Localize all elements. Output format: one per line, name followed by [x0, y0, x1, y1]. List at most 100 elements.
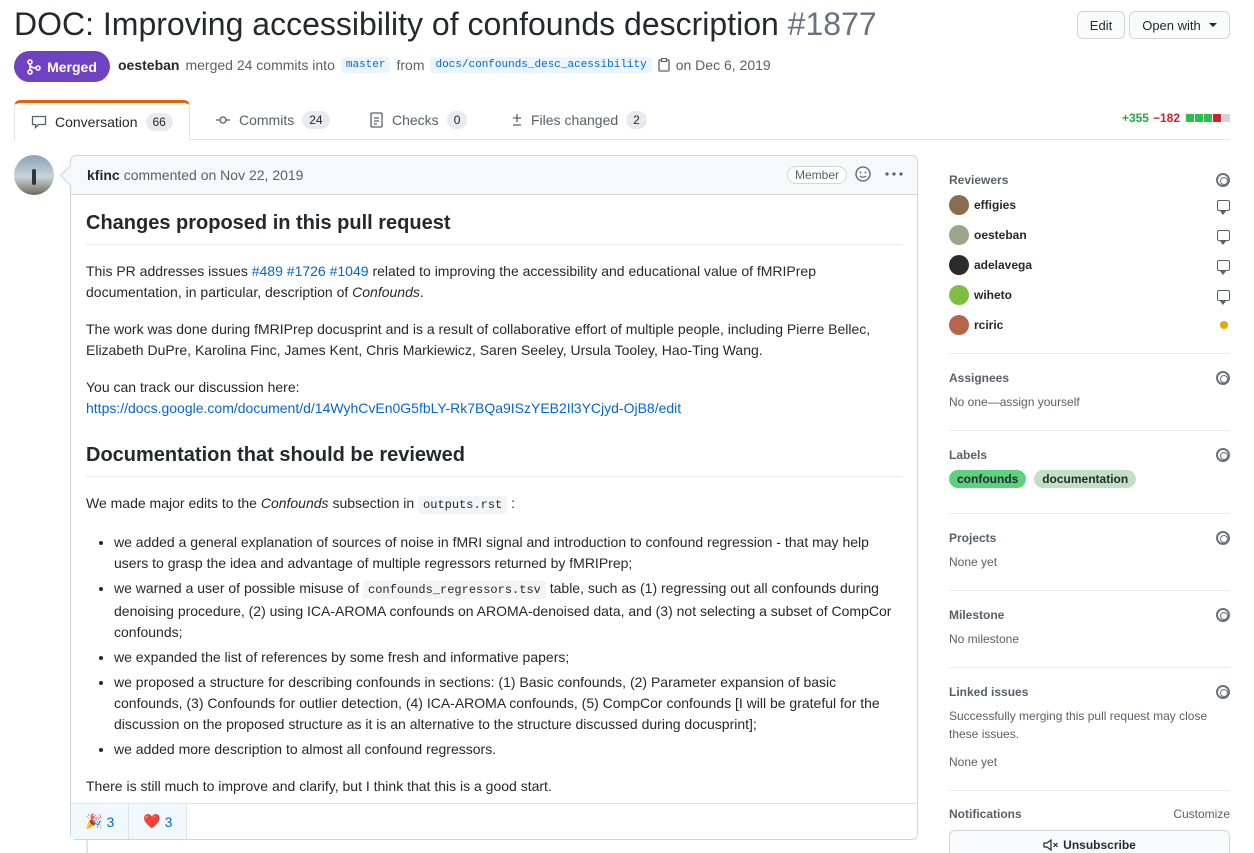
open-with-label: Open with — [1142, 17, 1201, 33]
comment-icon — [1217, 289, 1230, 305]
comment-icon — [1217, 229, 1230, 245]
state-label: Merged — [47, 58, 97, 75]
diffstat-additions: +355 — [1121, 111, 1149, 125]
emphasis: Confounds — [352, 284, 420, 300]
issue-link[interactable]: #1049 — [330, 263, 369, 279]
base-branch[interactable]: master — [340, 57, 391, 73]
pr-meta: oesteban merged 24 commits into master f… — [118, 57, 771, 73]
merge-action-text: merged 24 commits into — [185, 57, 335, 73]
paragraph: The work was done during fMRIPrep docusp… — [86, 321, 871, 358]
text: You can track our discussion here: — [86, 379, 300, 395]
smiley-icon[interactable] — [855, 166, 871, 182]
paragraph: You can track our discussion here: https… — [86, 377, 902, 419]
label-documentation[interactable]: documentation — [1034, 470, 1137, 488]
reviewer-name[interactable]: adelavega — [974, 258, 1032, 272]
from-text: from — [396, 57, 425, 73]
list-item: we proposed a structure for describing c… — [114, 672, 902, 735]
tab-counter: 2 — [626, 111, 647, 129]
reviewer-name[interactable]: oesteban — [974, 228, 1027, 242]
milestone-value: No milestone — [949, 632, 1020, 646]
heart-icon: ❤️ — [143, 813, 161, 829]
diffstat: +355 −182 — [1122, 111, 1230, 125]
tab-files-changed[interactable]: Files changed 2 — [511, 100, 647, 140]
sidebar-reviewers: Reviewers effigies oesteban adelavega wi… — [949, 170, 1230, 354]
reaction-heart[interactable]: ❤️ 3 — [129, 804, 188, 839]
sidebar-notifications: Notifications Customize Unsubscribe — [949, 791, 1230, 853]
open-with-button[interactable]: Open with — [1129, 11, 1230, 39]
pr-number: #1877 — [787, 6, 877, 42]
clipboard-icon[interactable] — [658, 58, 670, 72]
checklist-icon — [370, 112, 383, 128]
tab-label: Files changed — [531, 112, 619, 128]
diffstat-blocks — [1186, 114, 1230, 122]
edit-button[interactable]: Edit — [1077, 11, 1125, 39]
merge-icon — [27, 58, 41, 75]
paragraph: This PR addresses issues #489 #1726 #104… — [86, 261, 902, 303]
unsubscribe-label: Unsubscribe — [1063, 838, 1136, 852]
reviewer-item: oesteban — [949, 220, 1230, 250]
reviewers-title[interactable]: Reviewers — [949, 173, 1008, 187]
paragraph: We made major edits to the Confounds sub… — [86, 493, 902, 516]
tab-conversation[interactable]: Conversation 66 — [14, 100, 190, 141]
reviewer-name[interactable]: wiheto — [974, 288, 1012, 302]
list-item: we added a general explanation of source… — [114, 532, 902, 574]
reviewer-name[interactable]: rciric — [974, 318, 1003, 332]
unsubscribe-button[interactable]: Unsubscribe — [949, 830, 1230, 853]
avatar[interactable] — [14, 155, 54, 195]
reaction-tada[interactable]: 🎉 3 — [71, 804, 130, 839]
avatar[interactable] — [949, 225, 969, 245]
gear-icon[interactable] — [1216, 608, 1230, 622]
sidebar-assignees: Assignees No one—assign yourself — [949, 354, 1230, 431]
milestone-title[interactable]: Milestone — [949, 608, 1004, 622]
comment-author[interactable]: kfinc — [87, 167, 120, 183]
merger-link[interactable]: oesteban — [118, 57, 179, 73]
text: We made major edits to the — [86, 495, 257, 511]
section-heading: Documentation that should be reviewed — [86, 443, 902, 477]
gear-icon[interactable] — [1216, 531, 1230, 545]
gear-icon[interactable] — [1216, 371, 1230, 385]
comment-icon — [1217, 259, 1230, 275]
text: : — [511, 495, 516, 511]
avatar[interactable] — [949, 195, 969, 215]
assign-yourself-link[interactable]: No one—assign yourself — [949, 393, 1230, 411]
linked-issues-title[interactable]: Linked issues — [949, 685, 1028, 699]
comment-body: Changes proposed in this pull request Th… — [71, 195, 917, 797]
text: subsection in — [332, 495, 415, 511]
gear-icon[interactable] — [1216, 448, 1230, 462]
gear-icon[interactable] — [1216, 173, 1230, 187]
pr-tabs: Conversation 66 Commits 24 Checks 0 File… — [14, 100, 1230, 141]
reviewer-item: adelavega — [949, 250, 1230, 280]
sidebar-labels: Labels confounds documentation — [949, 431, 1230, 514]
head-branch[interactable]: docs/confounds_desc_acessibility — [430, 57, 652, 73]
emphasis: Confounds — [260, 495, 329, 511]
member-badge: Member — [786, 166, 847, 184]
labels-title[interactable]: Labels — [949, 448, 987, 462]
reaction-count: 3 — [106, 813, 115, 830]
issue-link[interactable]: #489 — [252, 263, 283, 279]
tada-icon: 🎉 — [85, 813, 103, 829]
reviewer-item: effigies — [949, 190, 1230, 220]
avatar[interactable] — [949, 315, 969, 335]
reviewer-name[interactable]: effigies — [974, 198, 1016, 212]
tab-commits[interactable]: Commits 24 — [215, 100, 330, 140]
diffstat-deletions: −182 — [1152, 111, 1180, 125]
issue-link[interactable]: #1726 — [287, 263, 326, 279]
inline-code: confounds_regressors.tsv — [363, 581, 546, 599]
discussion-link[interactable]: https://docs.google.com/document/d/14Wyh… — [86, 400, 681, 416]
avatar[interactable] — [949, 255, 969, 275]
kebab-horizontal-icon[interactable] — [885, 172, 903, 176]
assignees-title[interactable]: Assignees — [949, 371, 1009, 385]
tab-checks[interactable]: Checks 0 — [370, 100, 468, 140]
list-item: we expanded the list of references by so… — [114, 647, 902, 668]
customize-link[interactable]: Customize — [1173, 807, 1230, 821]
pr-description-comment: kfinc commented on Nov 22, 2019 Member C… — [70, 155, 918, 840]
label-confounds[interactable]: confounds — [949, 470, 1027, 488]
avatar[interactable] — [949, 285, 969, 305]
tab-counter: 24 — [302, 111, 330, 129]
gear-icon[interactable] — [1216, 685, 1230, 699]
projects-title[interactable]: Projects — [949, 531, 996, 545]
notifications-title: Notifications — [949, 807, 1022, 821]
sidebar: Reviewers effigies oesteban adelavega wi… — [949, 170, 1230, 853]
inline-code: outputs.rst — [418, 496, 508, 514]
comment-timestamp[interactable]: commented on Nov 22, 2019 — [124, 167, 304, 183]
